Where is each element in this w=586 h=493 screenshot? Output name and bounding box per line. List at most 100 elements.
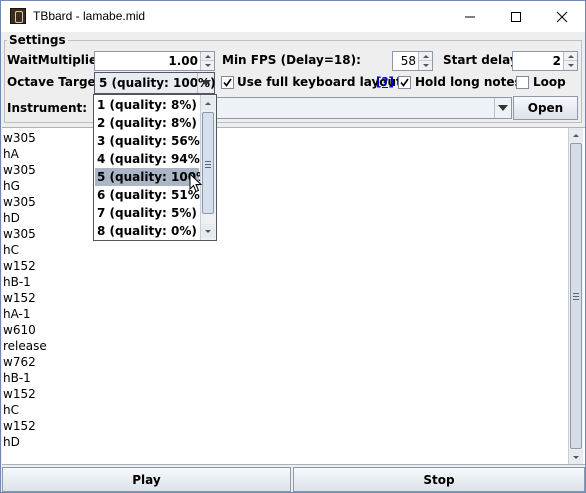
chevron-down-icon [422, 64, 429, 67]
spinner-up-arrow[interactable] [201, 52, 214, 61]
help-link[interactable]: [?] [376, 75, 394, 89]
chevron-up-icon [204, 54, 211, 58]
log-line: hA [3, 147, 19, 161]
settings-legend: Settings [7, 33, 68, 47]
chevron-up-icon [567, 54, 574, 58]
minimize-button[interactable] [447, 1, 493, 32]
log-line: hD [3, 435, 20, 449]
octave-target-dropdown-button[interactable] [197, 73, 214, 93]
grip-line [573, 299, 579, 300]
log-line: w152 [3, 419, 36, 433]
check-icon [223, 78, 232, 87]
minimize-icon [465, 16, 475, 17]
app-icon [10, 8, 26, 24]
chevron-up-icon [205, 101, 211, 105]
chevron-down-icon [205, 229, 211, 233]
play-button[interactable]: Play [2, 467, 291, 492]
log-line: hB-1 [3, 371, 31, 385]
log-line: w152 [3, 387, 36, 401]
log-textarea[interactable]: w305 hA w305 hG w305 hD w305 hC w152 hB-1 w152 hA-1… [2, 127, 585, 465]
octave-option[interactable]: 7 (quality: 5%) [95, 204, 199, 222]
loop-checkbox[interactable] [516, 76, 529, 89]
spinner-down-arrow[interactable] [419, 61, 432, 70]
close-button[interactable] [539, 1, 585, 32]
use-full-keyboard-checkbox[interactable] [221, 76, 234, 89]
min-fps-value: 58 [400, 54, 416, 68]
start-delay-label: Start delay: [443, 53, 523, 67]
open-button[interactable]: Open [513, 96, 578, 120]
log-line: w152 [3, 259, 36, 273]
log-line: hC [3, 403, 19, 417]
spinner-down-arrow[interactable] [564, 61, 577, 70]
min-fps-spinner[interactable]: 58 [392, 51, 433, 71]
chevron-up-icon [422, 54, 429, 58]
maximize-button[interactable] [493, 1, 539, 32]
loop-label: Loop [533, 75, 566, 89]
start-delay-arrows [563, 52, 577, 70]
dropdown-scroll-up[interactable] [201, 96, 215, 110]
scroll-down-button[interactable] [569, 450, 583, 464]
chevron-down-icon [567, 64, 574, 67]
mouse-cursor-icon [189, 173, 203, 193]
app-window: TBbard - lamabe.mid Settings WaitMultipl… [0, 0, 586, 493]
wait-multiplier-label: WaitMultiplier: [7, 53, 108, 67]
wait-multiplier-spinner[interactable]: 1.00 [94, 51, 215, 71]
log-line: w610 [3, 323, 36, 337]
log-line: w152 [3, 291, 36, 305]
log-line: hG [3, 179, 20, 193]
chevron-down-icon [201, 80, 211, 86]
chevron-down-icon [573, 455, 579, 459]
scroll-up-button[interactable] [569, 128, 583, 142]
chevron-up-icon [573, 133, 579, 137]
octave-target-label: Octave Target: [7, 75, 107, 89]
octave-option[interactable]: 3 (quality: 56%) [95, 132, 205, 150]
log-line: w762 [3, 355, 36, 369]
title-bar[interactable]: TBbard - lamabe.mid [1, 1, 585, 32]
scroll-thumb[interactable] [570, 143, 582, 449]
window-title: TBbard - lamabe.mid [33, 9, 146, 23]
dropdown-scroll-down[interactable] [201, 224, 215, 238]
grip-line [205, 161, 211, 162]
dropdown-scrollbar[interactable] [200, 95, 216, 240]
wait-multiplier-value: 1.00 [168, 54, 198, 68]
octave-option[interactable]: 1 (quality: 8%) [95, 96, 199, 114]
log-line: w305 [3, 131, 36, 145]
log-vertical-scrollbar[interactable] [568, 128, 583, 464]
stop-button[interactable]: Stop [293, 467, 585, 492]
instrument-dropdown-button[interactable] [494, 98, 511, 118]
start-delay-spinner[interactable]: 2 [512, 51, 578, 71]
octave-dropdown-list[interactable]: 1 (quality: 8%) 2 (quality: 8%) 3 (quality… [93, 94, 217, 241]
spinner-down-arrow[interactable] [201, 61, 214, 70]
instrument-label: Instrument: [7, 101, 88, 115]
chevron-down-icon [204, 64, 211, 67]
hold-long-notes-label: Hold long notes [415, 75, 522, 89]
spinner-up-arrow[interactable] [564, 52, 577, 61]
dropdown-scroll-thumb[interactable] [202, 112, 214, 214]
hold-long-notes-checkbox[interactable] [398, 76, 411, 89]
wait-multiplier-arrows [200, 52, 214, 70]
octave-option[interactable]: 5 (quality: 100%) [95, 168, 214, 186]
octave-option[interactable]: 4 (quality: 94%) [95, 150, 205, 168]
log-line: w305 [3, 163, 36, 177]
close-icon [556, 11, 568, 22]
grip-line [573, 296, 579, 297]
grip-line [205, 164, 211, 165]
chevron-down-icon [498, 105, 508, 111]
min-fps-arrows [418, 52, 432, 70]
spinner-up-arrow[interactable] [419, 52, 432, 61]
maximize-icon [511, 11, 521, 22]
octave-option[interactable]: 8 (quality: 0%) [95, 222, 199, 240]
octave-target-combo[interactable]: 5 (quality: 100%) [94, 72, 216, 94]
log-line: hD [3, 211, 20, 225]
octave-option[interactable]: 2 (quality: 8%) [95, 114, 199, 132]
log-line: hC [3, 243, 19, 257]
grip-line [573, 293, 579, 294]
check-icon [400, 78, 409, 87]
log-line: hB-1 [3, 275, 31, 289]
log-line: release [3, 339, 47, 353]
start-delay-value: 2 [552, 54, 561, 68]
log-line: hA-1 [3, 307, 31, 321]
octave-option[interactable]: 6 (quality: 51%) [95, 186, 205, 204]
log-line: w305 [3, 227, 36, 241]
grip-line [205, 167, 211, 168]
